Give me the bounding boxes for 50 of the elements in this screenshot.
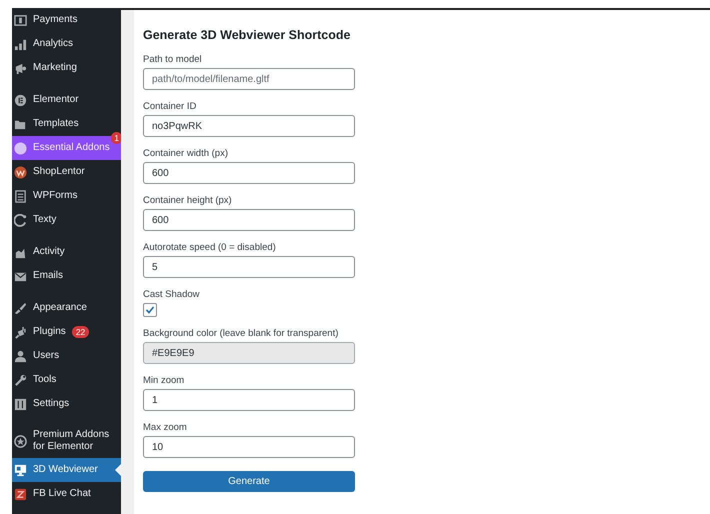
sidebar-item[interactable]: Settings [12,392,121,416]
bar-chart-icon [14,38,27,50]
sidebar-item[interactable]: Analytics [12,32,121,56]
input-field[interactable]: 5 [143,256,355,278]
sidebar-item[interactable]: WPForms [12,184,121,208]
paintbrush-icon [14,302,27,314]
monitor-icon [14,464,27,476]
field-label: Min zoom [143,375,186,386]
input-field[interactable]: no3PqwRK [143,115,355,137]
sidebar-item[interactable]: Activity [12,240,121,264]
addon-logo-icon [14,142,27,154]
sidebar-item[interactable]: Elementor [12,88,121,112]
shop-logo-icon [14,166,27,178]
input-field[interactable]: 600 [143,209,355,231]
count-badge: 1 [111,132,121,144]
field-label: Container width (px) [143,148,230,159]
megaphone-icon [14,62,27,74]
input-field[interactable]: path/to/model/filename.gltf [143,68,355,90]
sidebar-item[interactable]: Payments [12,8,121,32]
count-badge: 22 [72,326,90,338]
field-label: Max zoom [143,422,188,433]
field-label: Cast Shadow [143,289,201,300]
form-icon [14,190,27,202]
star-icon [14,434,27,448]
input-field[interactable]: 1 [143,389,355,411]
sidebar-item[interactable]: Tools [12,368,121,392]
sidebar-item[interactable]: Texty [12,208,121,232]
sidebar-item[interactable]: FB Live Chat [12,482,121,506]
sidebar-item[interactable]: Users [12,344,121,368]
sidebar-item[interactable]: Plugins 22 [12,320,121,344]
user-icon [14,350,27,362]
field-label: Autorotate speed (0 = disabled) [143,242,277,253]
field-label: Container ID [143,101,198,112]
field-label: Container height (px) [143,195,233,206]
chat-bubble-icon [14,214,27,226]
sidebar-item[interactable]: Emails [12,264,121,288]
checkbox[interactable] [143,303,157,317]
field-label: Background color (leave blank for transparent) [143,328,340,339]
input-field[interactable]: 600 [143,162,355,184]
field-label: Path to model [143,54,203,65]
plug-icon [14,326,27,338]
sidebar-item[interactable]: Appearance [12,296,121,320]
input-field[interactable]: 10 [143,436,355,458]
sidebar-item[interactable]: Premium Addons for Elementor [12,424,121,458]
sidebar-item[interactable]: ShopLentor [12,160,121,184]
generate-button[interactable]: Generate [143,471,355,492]
sidebar-item[interactable]: 3D Webviewer [12,458,121,482]
sidebar-item[interactable]: Marketing [12,56,121,80]
form-title: Generate 3D Webviewer Shortcode [143,28,352,42]
chat-logo-icon [14,488,27,500]
